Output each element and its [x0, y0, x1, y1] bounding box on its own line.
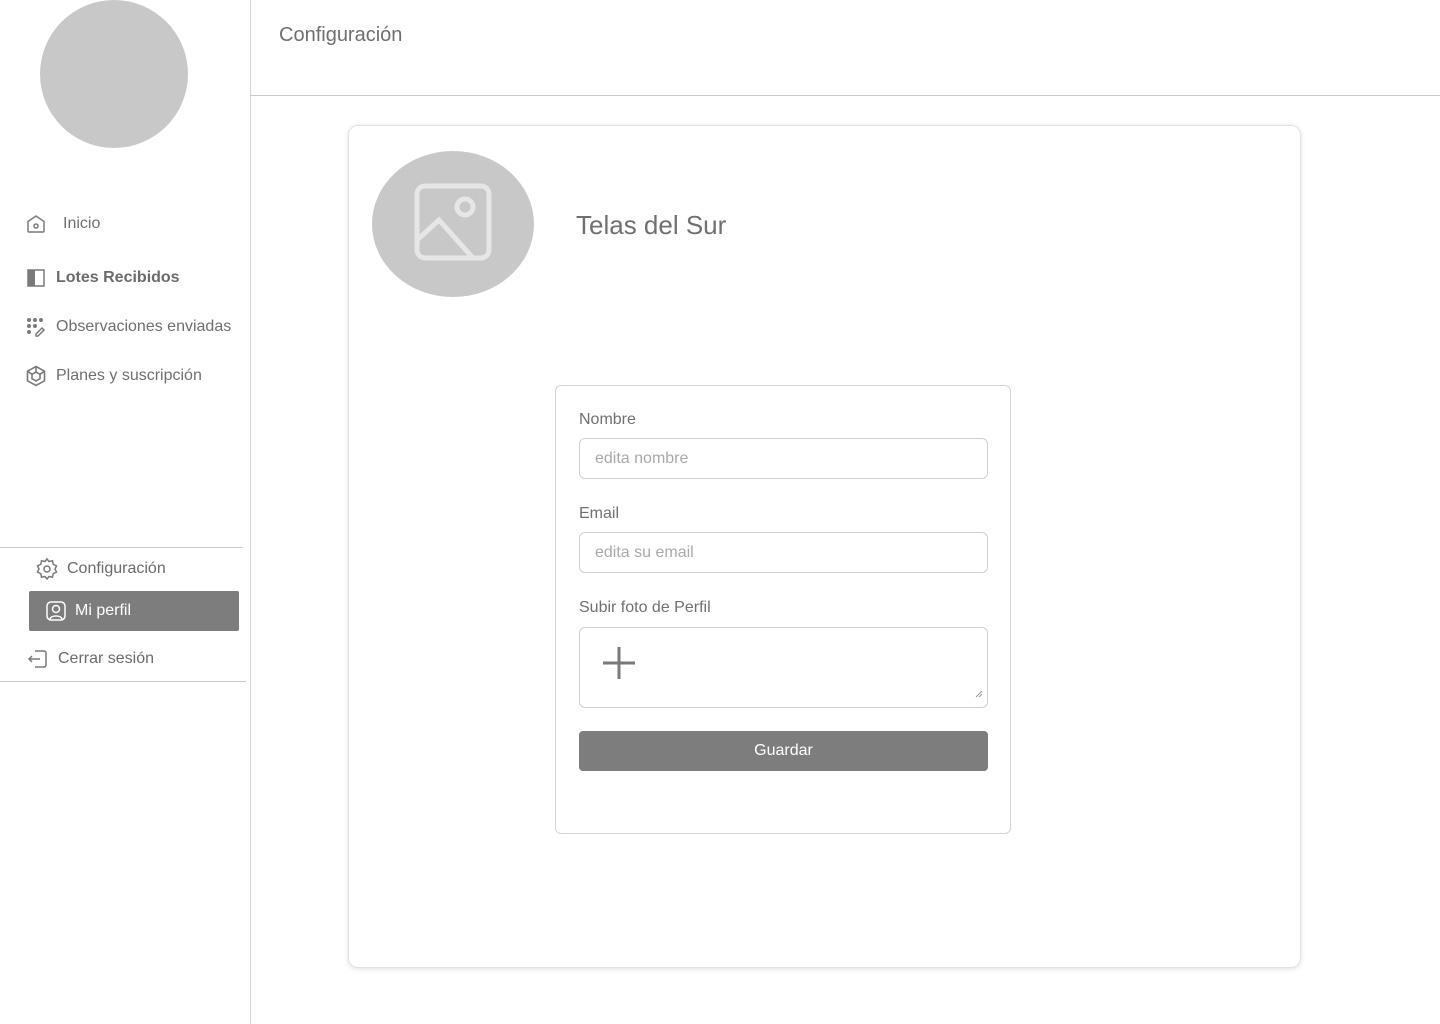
- company-logo[interactable]: [372, 151, 534, 297]
- nombre-input[interactable]: [579, 438, 988, 479]
- sidebar-item-configuracion[interactable]: Configuración: [35, 555, 166, 583]
- page-title: Configuración: [279, 24, 403, 46]
- sidebar-item-label: Observaciones enviadas: [56, 318, 232, 335]
- email-input[interactable]: [579, 532, 988, 573]
- gear-icon: [35, 557, 59, 581]
- company-name: Telas del Sur: [576, 210, 727, 240]
- top-header: Configuración: [251, 0, 1440, 96]
- sidebar-item-planes[interactable]: Planes y suscripción: [24, 362, 202, 390]
- sidebar-item-lotes-recibidos[interactable]: Lotes Recibidos: [24, 264, 180, 292]
- sidebar-item-inicio[interactable]: Inicio: [24, 210, 100, 238]
- save-button[interactable]: Guardar: [579, 731, 988, 771]
- user-avatar[interactable]: [40, 0, 188, 148]
- photo-upload-area[interactable]: [579, 627, 988, 708]
- sidebar-item-observaciones[interactable]: Observaciones enviadas: [24, 313, 231, 341]
- image-placeholder-icon: [413, 182, 493, 267]
- sidebar-item-label: Lotes Recibidos: [56, 269, 180, 286]
- sidebar-item-label: Configuración: [67, 560, 166, 577]
- logout-icon: [26, 647, 50, 671]
- sidebar-item-label: Mi perfil: [75, 602, 132, 619]
- nombre-label: Nombre: [579, 411, 636, 428]
- email-label: Email: [579, 505, 620, 522]
- sidebar-divider: [0, 681, 246, 682]
- sidebar-item-cerrar-sesion[interactable]: Cerrar sesión: [26, 645, 154, 673]
- foto-label: Subir foto de Perfil: [579, 599, 711, 616]
- cube-icon: [24, 364, 48, 388]
- user-icon: [45, 600, 67, 622]
- home-icon: [24, 212, 48, 236]
- book-icon: [24, 266, 48, 290]
- resize-handle-icon[interactable]: [975, 685, 983, 703]
- sidebar: Inicio Lotes Recibidos Observaciones env…: [0, 0, 251, 1024]
- grid-pen-icon: [24, 315, 48, 339]
- profile-card: Telas del Sur Nombre Email Subir foto de…: [348, 125, 1301, 968]
- sidebar-item-label: Planes y suscripción: [56, 367, 202, 384]
- profile-form: Nombre Email Subir foto de Perfil Guarda…: [555, 385, 1011, 834]
- sidebar-item-label: Cerrar sesión: [58, 650, 155, 667]
- plus-icon[interactable]: [601, 645, 637, 686]
- sidebar-item-mi-perfil[interactable]: Mi perfil: [29, 591, 239, 631]
- sidebar-item-label: Inicio: [63, 215, 101, 232]
- sidebar-divider: [0, 547, 243, 548]
